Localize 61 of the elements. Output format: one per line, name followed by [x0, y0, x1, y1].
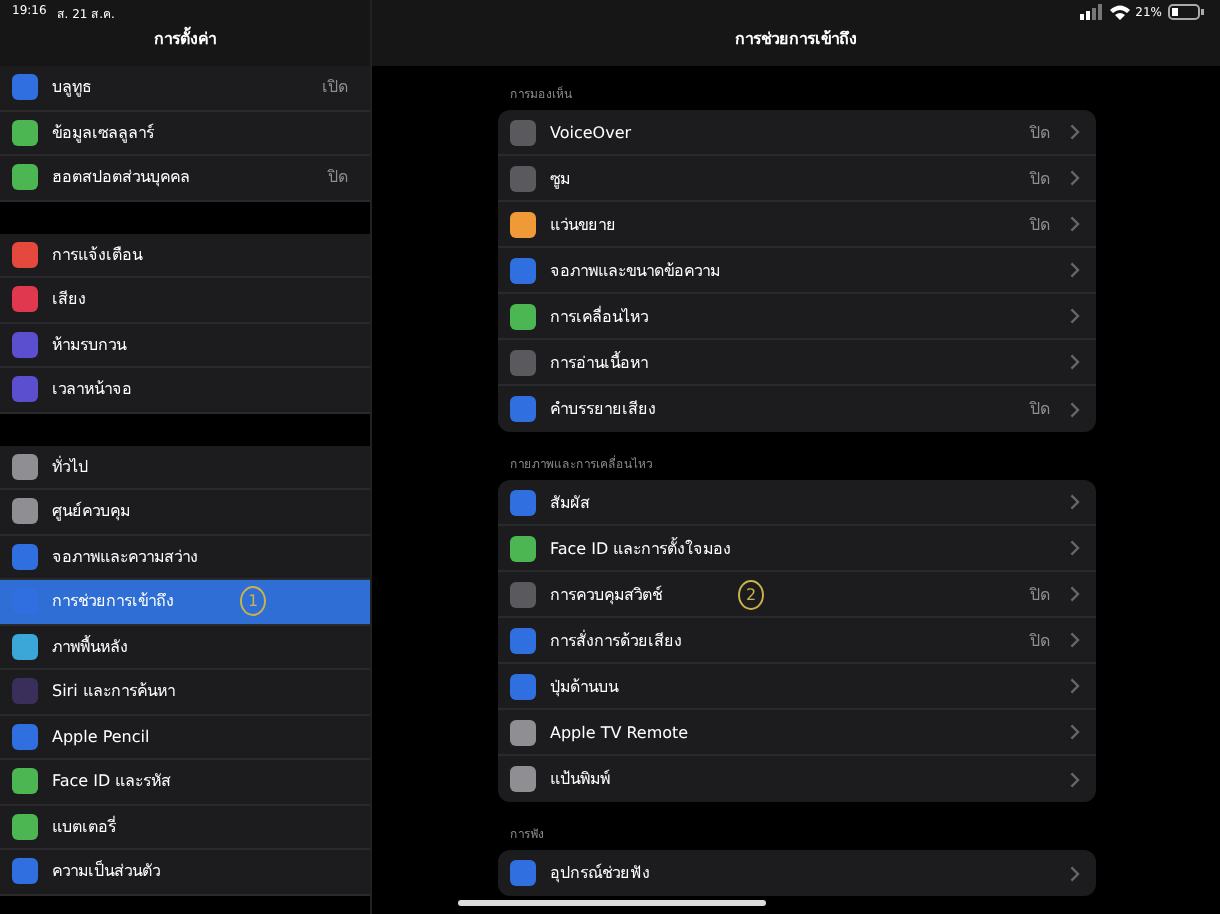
setting-value: ปิด: [1030, 398, 1050, 422]
settings-row[interactable]: การเคลื่อนไหว: [498, 294, 1096, 340]
settings-row[interactable]: แป้นพิมพ์: [498, 756, 1096, 802]
chevron-icon: [1070, 308, 1080, 324]
page-title: การช่วยการเข้าถึง: [735, 28, 857, 52]
chevron-icon: [1070, 632, 1080, 648]
handwritten-annotation: 1: [240, 586, 266, 617]
chevron-icon: [1070, 724, 1080, 740]
sidebar-item[interactable]: ภาพพื้นหลัง: [0, 625, 370, 670]
sidebar-item[interactable]: ทั่วไป: [0, 445, 370, 490]
sidebar-item[interactable]: บลูทูธ เปิด: [0, 66, 370, 111]
chevron-icon: [1070, 586, 1080, 602]
sidebar-item[interactable]: Apple Pencil: [0, 715, 370, 760]
chevron-icon: [1070, 771, 1080, 787]
sidebar-item[interactable]: การช่วยการเข้าถึง 1: [0, 580, 370, 625]
settings-row[interactable]: การสั่งการด้วยเสียง ปิด: [498, 618, 1096, 664]
settings-row[interactable]: VoiceOver ปิด: [498, 110, 1096, 156]
chevron-icon: [1070, 540, 1080, 556]
chevron-icon: [1070, 678, 1080, 694]
chevron-icon: [1070, 170, 1080, 186]
sidebar-item[interactable]: ความเป็นส่วนตัว: [0, 850, 370, 895]
chevron-icon: [1070, 262, 1080, 278]
chevron-icon: [1070, 494, 1080, 510]
sidebar-item[interactable]: ฮอตสปอตส่วนบุคคล ปิด: [0, 156, 370, 201]
setting-value: ปิด: [1030, 629, 1050, 653]
sidebar-item[interactable]: การแจ้งเตือน: [0, 233, 370, 278]
settings-row[interactable]: ซูม ปิด: [498, 156, 1096, 202]
settings-row[interactable]: คำบรรยายเสียง ปิด: [498, 386, 1096, 432]
setting-value: ปิด: [1030, 167, 1050, 191]
sidebar-item[interactable]: Siri และการค้นหา: [0, 670, 370, 715]
settings-row[interactable]: อุปกรณ์ช่วยฟัง: [498, 850, 1096, 896]
sidebar-item[interactable]: ข้อมูลเซลลูลาร์: [0, 111, 370, 156]
chevron-icon: [1070, 216, 1080, 232]
sidebar-item[interactable]: แบตเตอรี่: [0, 805, 370, 850]
chevron-icon: [1070, 401, 1080, 417]
wifi-icon: [1109, 4, 1130, 20]
sidebar-item[interactable]: เวลาหน้าจอ: [0, 368, 370, 413]
sidebar-item[interactable]: Face ID และรหัส: [0, 760, 370, 805]
settings-row[interactable]: Apple TV Remote: [498, 710, 1096, 756]
settings-row[interactable]: การควบคุมสวิตช์ 2 ปิด: [498, 572, 1096, 618]
signal-icon: [1079, 4, 1104, 20]
settings-row[interactable]: สัมผัส: [498, 480, 1096, 526]
sidebar-item[interactable]: เสียง: [0, 278, 370, 323]
chevron-icon: [1070, 354, 1080, 370]
sidebar-item[interactable]: ศูนย์ควบคุม: [0, 490, 370, 535]
setting-value: ปิด: [1030, 121, 1050, 145]
setting-value: เปิด: [322, 76, 348, 101]
settings-row[interactable]: ปุ่มด้านบน: [498, 664, 1096, 710]
handwritten-annotation: 2: [738, 579, 764, 609]
settings-row[interactable]: แว่นขยาย ปิด: [498, 202, 1096, 248]
settings-row[interactable]: Face ID และการตั้งใจมอง: [498, 526, 1096, 572]
chevron-icon: [1070, 865, 1080, 881]
setting-value: ปิด: [1030, 213, 1050, 237]
setting-value: ปิด: [1030, 583, 1050, 607]
sidebar-title: การตั้งค่า: [154, 26, 216, 52]
settings-row[interactable]: การอ่านเนื้อหา: [498, 340, 1096, 386]
setting-value: ปิด: [328, 166, 348, 191]
settings-row[interactable]: จอภาพและขนาดข้อความ: [498, 248, 1096, 294]
battery-icon: [1168, 4, 1204, 20]
chevron-icon: [1070, 124, 1080, 140]
sidebar-item[interactable]: ห้ามรบกวน: [0, 323, 370, 368]
